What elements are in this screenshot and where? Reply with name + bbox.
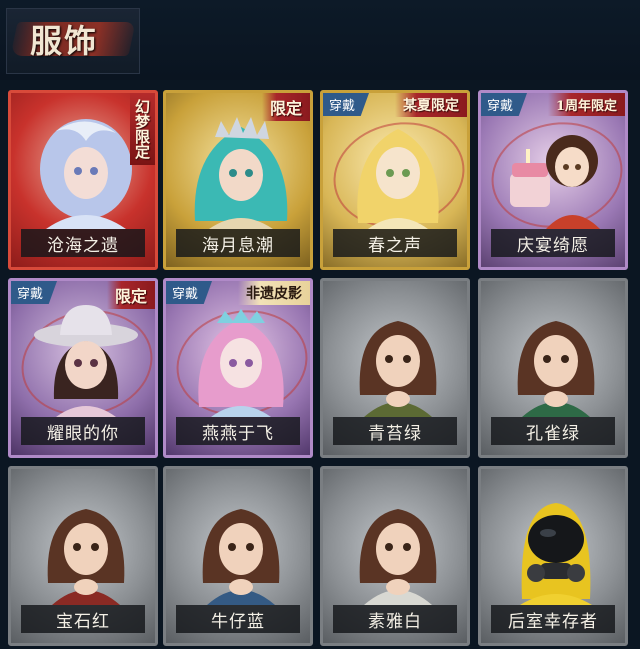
costume-name: 后室幸存者 xyxy=(508,611,598,632)
portrait-icon xyxy=(47,509,125,605)
costume-card[interactable]: 幻梦限定 沧海之遗 xyxy=(8,90,158,270)
costume-card[interactable]: 孔雀绿 xyxy=(478,278,628,458)
costume-label-bar: 牛仔蓝 xyxy=(176,605,300,633)
page-title: 服饰 xyxy=(30,22,99,60)
costume-ribbon: 某夏限定 xyxy=(395,93,467,117)
hazmat-portrait-icon xyxy=(520,503,592,605)
costume-label-bar: 庆宴绮愿 xyxy=(491,229,615,257)
costume-card[interactable]: 后室幸存者 xyxy=(478,466,628,646)
costume-name: 宝石红 xyxy=(56,611,110,632)
portrait-icon xyxy=(40,119,132,229)
costume-label-bar: 青苔绿 xyxy=(333,417,457,445)
costume-card[interactable]: 穿戴 1周年限定 庆宴绮愿 xyxy=(478,90,628,270)
costume-name: 牛仔蓝 xyxy=(211,611,265,632)
costume-label-bar: 孔雀绿 xyxy=(491,417,615,445)
costume-name: 燕燕于飞 xyxy=(202,423,274,444)
costume-ribbon: 限定 xyxy=(261,93,310,121)
costume-label-bar: 素雅白 xyxy=(333,605,457,633)
costume-name: 沧海之遗 xyxy=(47,235,119,256)
portrait-icon xyxy=(198,309,284,417)
portrait-icon xyxy=(359,321,437,417)
costume-name: 耀眼的你 xyxy=(47,423,119,444)
costume-ribbon: 1周年限定 xyxy=(547,93,625,116)
portrait-icon xyxy=(357,129,439,229)
portrait-icon xyxy=(202,509,280,605)
costume-label-bar: 海月息潮 xyxy=(176,229,300,257)
portrait-icon xyxy=(359,509,437,605)
costume-label-bar: 春之声 xyxy=(333,229,457,257)
costume-ribbon: 非遗皮影 xyxy=(238,281,310,305)
costume-name: 海月息潮 xyxy=(202,235,274,256)
header-bar: 服饰 xyxy=(0,0,640,80)
costume-name: 素雅白 xyxy=(368,611,422,632)
costume-label-bar: 燕燕于飞 xyxy=(176,417,300,445)
costume-card[interactable]: 穿戴 限定 耀眼的你 xyxy=(8,278,158,458)
costume-label-bar: 沧海之遗 xyxy=(21,229,145,257)
costume-name: 孔雀绿 xyxy=(526,423,580,444)
portrait-icon xyxy=(517,321,595,417)
portrait-icon xyxy=(194,117,288,229)
costume-label-bar: 耀眼的你 xyxy=(21,417,145,445)
costume-card[interactable]: 穿戴 某夏限定 春之声 xyxy=(320,90,470,270)
costume-card[interactable]: 牛仔蓝 xyxy=(163,466,313,646)
costume-ribbon: 幻梦限定 xyxy=(130,93,155,165)
costume-card[interactable]: 宝石红 xyxy=(8,466,158,646)
costume-card[interactable]: 穿戴 非遗皮影 燕燕于飞 xyxy=(163,278,313,458)
portrait-icon xyxy=(510,135,600,229)
costume-label-bar: 后室幸存者 xyxy=(491,605,615,633)
costume-card[interactable]: 限定 海月息潮 xyxy=(163,90,313,270)
costume-name: 庆宴绮愿 xyxy=(517,235,589,256)
costume-label-bar: 宝石红 xyxy=(21,605,145,633)
portrait-icon xyxy=(34,305,138,417)
costume-ribbon: 限定 xyxy=(106,281,155,309)
costume-name: 春之声 xyxy=(368,235,422,256)
costume-name: 青苔绿 xyxy=(368,423,422,444)
costume-card[interactable]: 青苔绿 xyxy=(320,278,470,458)
costume-card[interactable]: 素雅白 xyxy=(320,466,470,646)
